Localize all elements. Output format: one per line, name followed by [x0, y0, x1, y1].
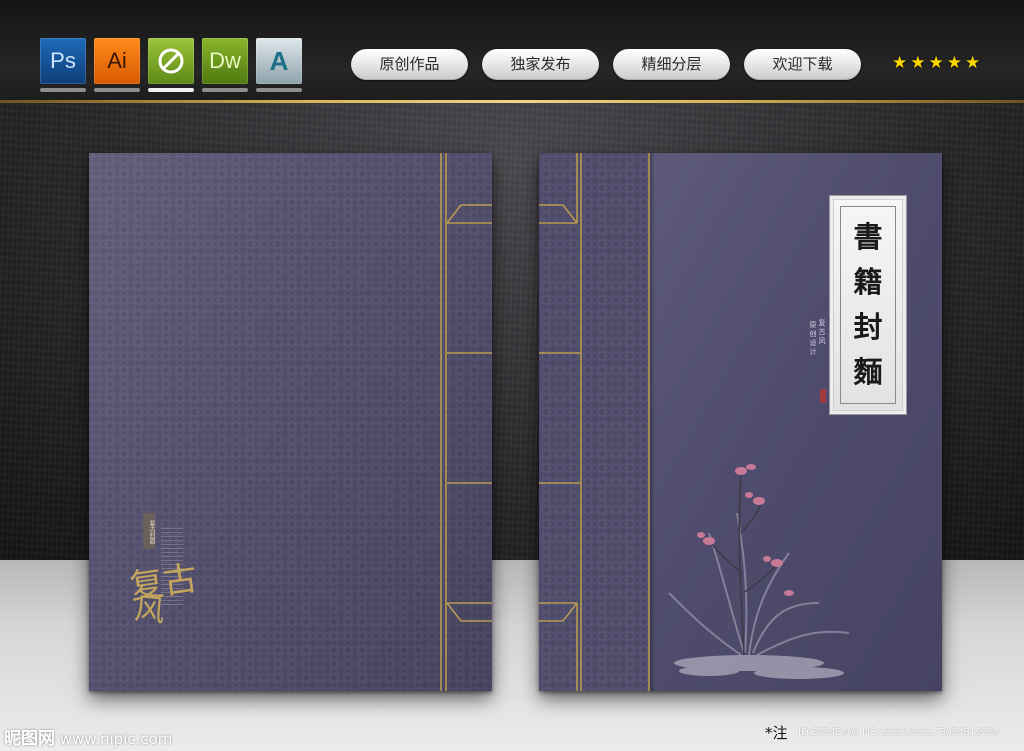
star-icon: ★: [910, 53, 926, 73]
title-char: 書: [853, 220, 883, 254]
title-plaque-inner: 書 籍 封 麵: [840, 206, 896, 404]
calligraphy-text: 风: [132, 591, 167, 630]
star-icon: ★: [928, 53, 944, 73]
star-icon: ★: [946, 53, 962, 73]
icon-underline: [40, 88, 86, 92]
software-icons: Ps Ai Dw A: [40, 38, 302, 92]
photoshop-icon: Ps: [40, 38, 86, 92]
coreldraw-glyph: [158, 48, 184, 74]
footer-note: *注: [765, 724, 788, 742]
image-id: ID:25545906 NO:20200301173054819089: [798, 726, 1000, 738]
subtitle-vertical: 原创设计: [809, 321, 817, 357]
title-tag: 复古封面: [143, 513, 155, 549]
site-url: www.nipic.com: [59, 730, 173, 748]
subtitle-vertical: 复古风: [818, 319, 826, 346]
rating-stars: ★ ★ ★ ★ ★: [892, 55, 980, 72]
icon-underline: [94, 88, 140, 92]
site-logo: 昵图网: [4, 729, 55, 749]
pill-original[interactable]: 原创作品: [351, 49, 468, 80]
illustrator-icon: Ai: [94, 38, 140, 92]
header-gold-line: [0, 100, 1024, 103]
star-icon: ★: [965, 53, 981, 73]
autocad-icon: A: [256, 38, 302, 92]
star-icon: ★: [892, 53, 908, 73]
coreldraw-icon: [148, 38, 194, 92]
pill-layered[interactable]: 精细分层: [613, 49, 730, 80]
pill-exclusive[interactable]: 独家发布: [482, 49, 599, 80]
icon-underline: [256, 88, 302, 92]
feature-pills: 原创作品 独家发布 精细分层 欢迎下载: [351, 49, 861, 80]
icon-underline: [202, 88, 248, 92]
pill-download[interactable]: 欢迎下载: [744, 49, 861, 80]
site-watermark: 昵图网 www.nipic.com: [4, 724, 172, 749]
title-char: 封: [853, 310, 883, 344]
icon-underline: [148, 88, 194, 92]
book-front-cover: 書 籍 封 麵 复古风 原创设计: [539, 153, 942, 691]
book-back-cover: 复古封面 复古 风: [89, 153, 492, 691]
title-char: 籍: [853, 265, 883, 299]
red-seal-stamp: [820, 389, 826, 403]
dreamweaver-icon: Dw: [202, 38, 248, 92]
orchid-painting: [668, 464, 850, 679]
title-char: 麵: [853, 355, 883, 389]
title-plaque: 書 籍 封 麵: [833, 199, 903, 411]
